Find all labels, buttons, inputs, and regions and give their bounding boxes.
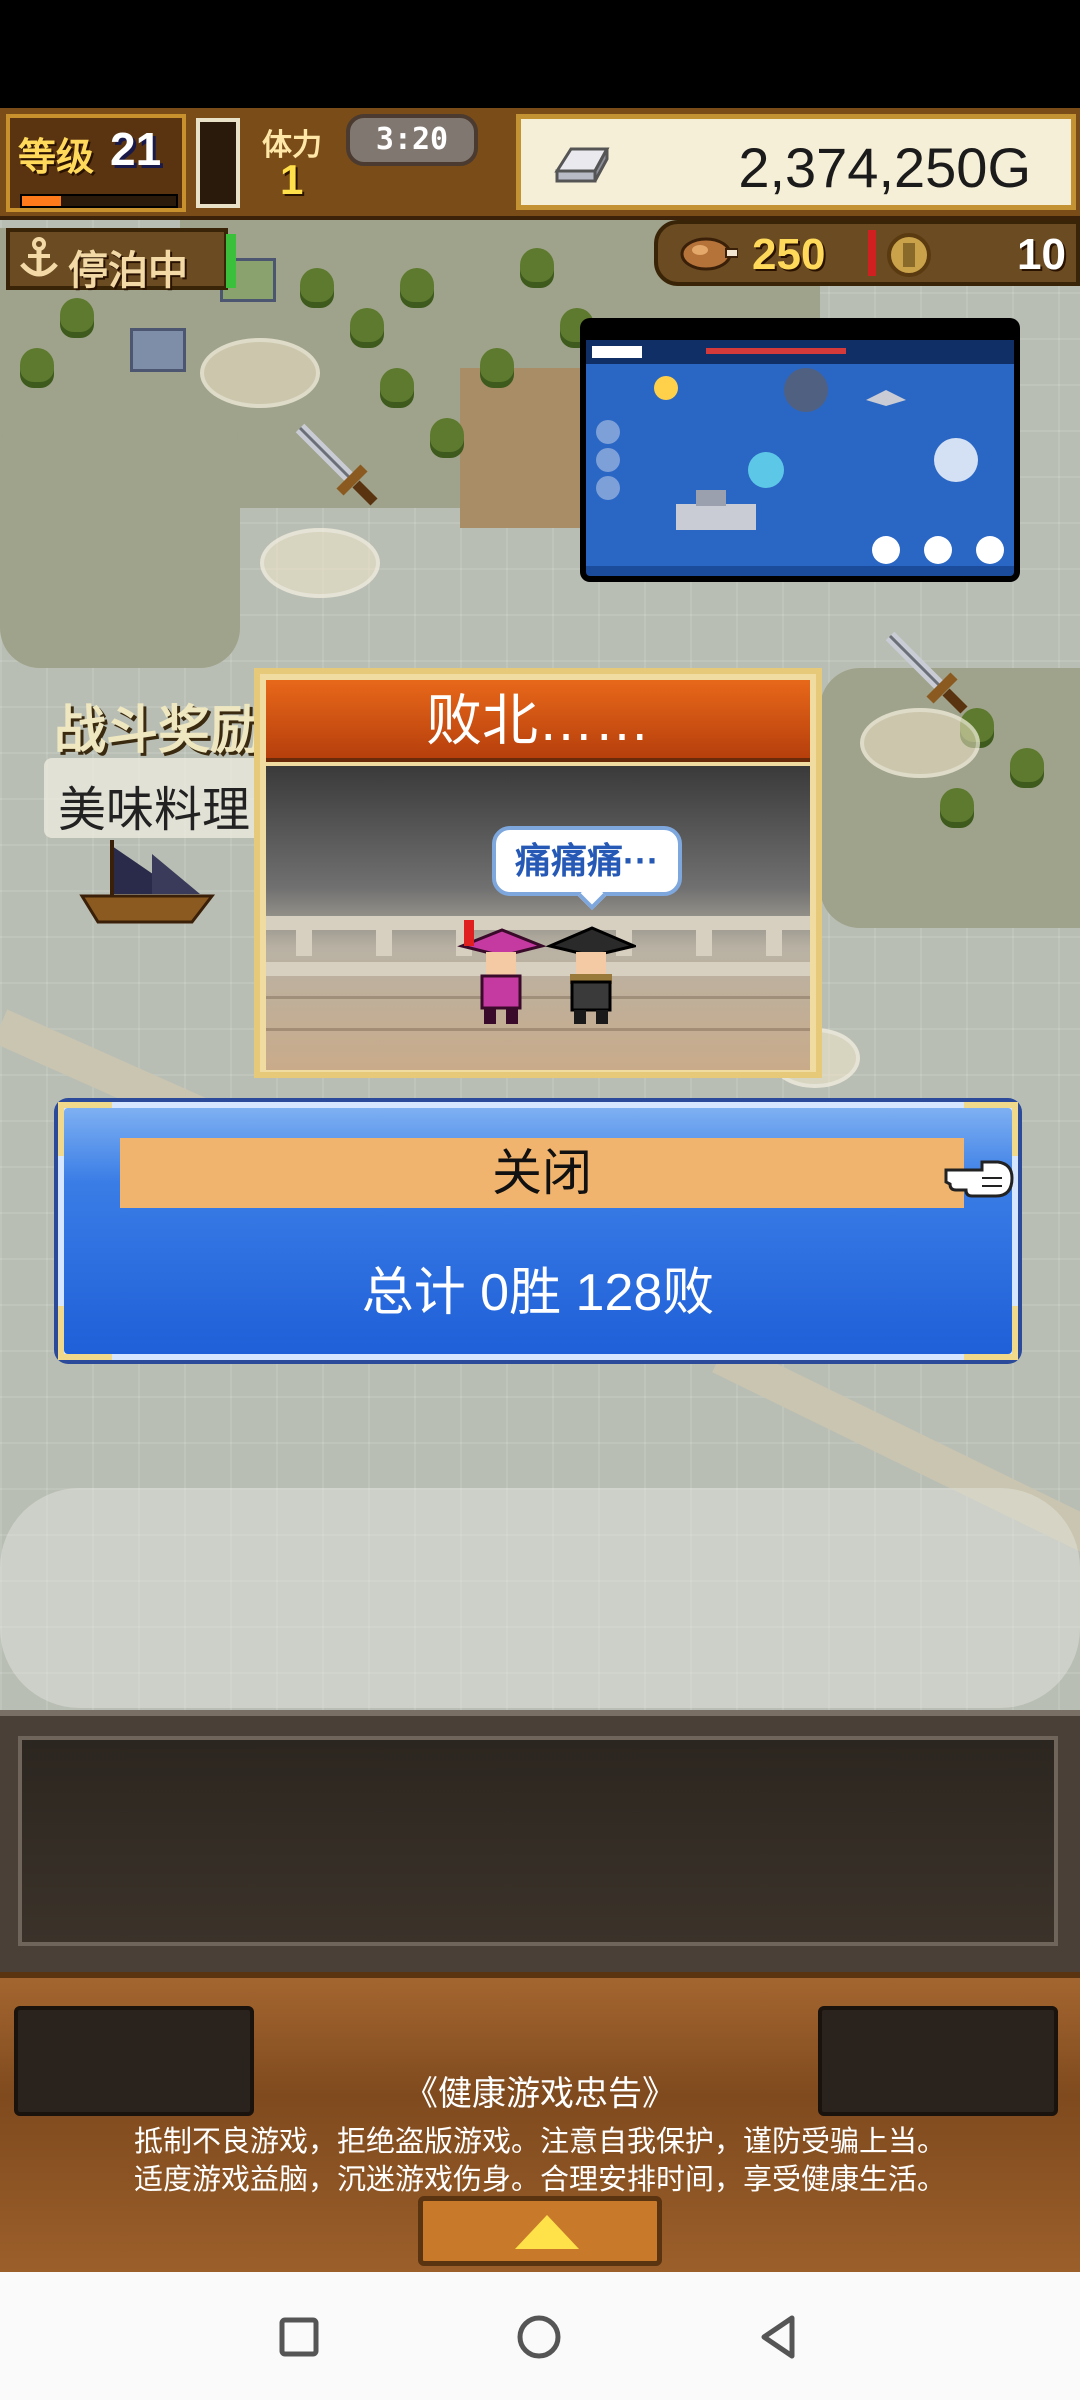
xp-fill	[22, 196, 61, 206]
square-icon[interactable]	[274, 2312, 324, 2362]
health-notice-title: 《健康游戏忠告》	[404, 2075, 676, 2113]
system-nav-bar	[0, 2272, 1080, 2400]
hand-pointer-icon	[944, 1160, 1014, 1198]
deck-line	[266, 1028, 810, 1031]
house	[130, 328, 186, 372]
health-notice-line: 抵制不良游戏，拒绝盗版游戏。注意自我保护，谨防受骗上当。	[133, 2126, 946, 2158]
speech-text: 痛痛痛···	[515, 840, 659, 881]
tree	[940, 788, 974, 822]
xp-bar	[20, 194, 178, 208]
battle-scene-image	[586, 340, 1014, 566]
circle-icon[interactable]	[514, 2312, 564, 2362]
bottom-panel: 《健康游戏忠告》 抵制不良游戏，拒绝盗版游戏。注意自我保护，谨防受骗上当。 适度…	[0, 1972, 1080, 2272]
expand-menu-button[interactable]	[418, 2196, 662, 2266]
island	[0, 408, 240, 668]
map-location-node[interactable]	[860, 708, 980, 778]
panel-corner	[964, 1102, 1018, 1156]
message-panel	[0, 1710, 1080, 1972]
defeat-title: 败北……	[426, 689, 650, 752]
coin-value: 10	[1017, 230, 1066, 279]
up-arrow-icon	[515, 2215, 579, 2249]
tree	[60, 298, 94, 332]
crew-value: 1	[280, 156, 304, 203]
rail-post	[296, 916, 312, 956]
delicious-panel[interactable]: 美味料理	[44, 758, 274, 838]
message-box	[18, 1736, 1058, 1946]
defeat-dialog: 败北…… 痛痛痛···	[254, 668, 822, 1078]
map-location-node[interactable]	[200, 338, 320, 408]
tree	[350, 308, 384, 342]
tree	[380, 368, 414, 402]
rail-post	[376, 916, 392, 956]
battle-result-panel: 关闭 总计 0胜 128败	[58, 1102, 1018, 1360]
gold-value: 2,374,250G	[738, 136, 1031, 199]
level-box[interactable]: 等级 21	[6, 114, 186, 212]
panel-corner	[58, 1102, 112, 1156]
battle-reward-label: 战斗奖励	[54, 702, 263, 760]
sword-icon[interactable]	[880, 626, 970, 716]
speech-bubble: 痛痛痛···	[492, 826, 682, 911]
player-ship-icon[interactable]	[72, 836, 222, 926]
close-button[interactable]: 关闭	[120, 1138, 964, 1208]
captain-character	[457, 920, 546, 1024]
anchored-badge[interactable]: 停泊中	[6, 228, 228, 293]
tree	[480, 348, 514, 382]
divider	[868, 230, 876, 276]
defeat-title-bar: 败北……	[266, 680, 810, 762]
battle-preview-video[interactable]	[580, 318, 1020, 582]
anchored-label: 停泊中	[68, 249, 188, 293]
sword-icon[interactable]	[290, 418, 380, 508]
tree	[300, 268, 334, 302]
pirate-character	[546, 926, 636, 1024]
resource-bar: 250 10	[654, 220, 1080, 286]
tree	[20, 348, 54, 382]
battle-record-summary: 总计 0胜 128败	[361, 1264, 715, 1322]
tree	[520, 248, 554, 282]
anchor-icon	[20, 237, 58, 277]
rail-post	[766, 916, 782, 956]
food-icon	[680, 237, 738, 271]
map-location-node[interactable]	[260, 528, 380, 598]
defeat-scene: 痛痛痛···	[266, 766, 810, 1070]
crew-box: 体力 1	[250, 116, 350, 212]
back-triangle-icon[interactable]	[754, 2312, 804, 2362]
silver-bar-icon	[554, 147, 610, 183]
health-notice-line: 适度游戏益脑，沉迷游戏伤身。合理安排时间，享受健康生活。	[133, 2164, 946, 2196]
food-value: 250	[752, 230, 826, 279]
cloud	[0, 1488, 1080, 1708]
status-bar	[0, 0, 1080, 108]
tree	[430, 418, 464, 452]
level-label: 等级	[18, 137, 95, 179]
top-hud: 等级 21 体力 1 3:20 2,374,250G	[0, 108, 1080, 220]
coin-icon	[887, 233, 931, 277]
gold-box[interactable]: 2,374,250G	[516, 114, 1076, 210]
close-label: 关闭	[492, 1145, 592, 1201]
rail-post	[696, 916, 712, 956]
tree	[400, 268, 434, 302]
level-value: 21	[110, 123, 162, 175]
anchored-indicator	[226, 234, 236, 288]
timer: 3:20	[346, 114, 478, 166]
delicious-label: 美味料理	[58, 784, 251, 837]
stamina-gauge	[196, 118, 240, 208]
tree	[1010, 748, 1044, 782]
